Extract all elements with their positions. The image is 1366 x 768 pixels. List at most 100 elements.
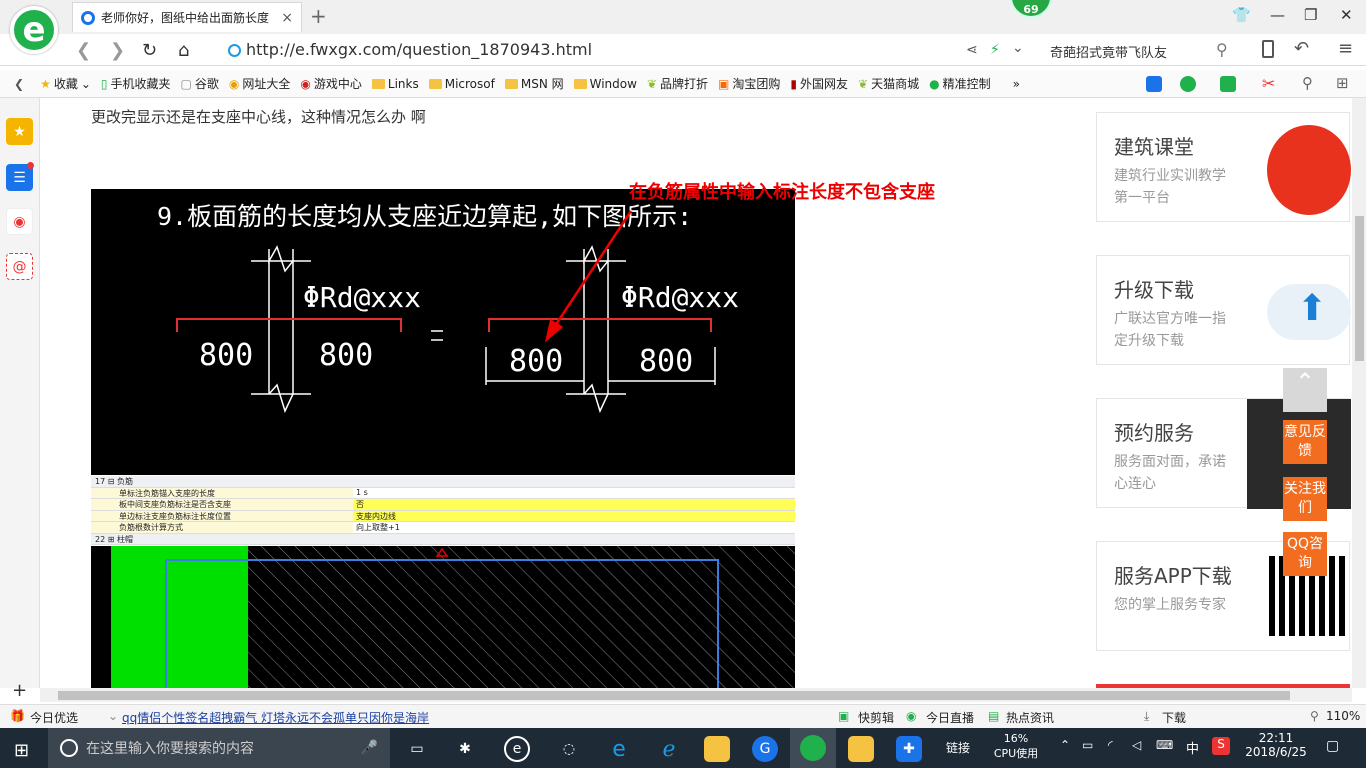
bookmark-item[interactable]: ★ 收藏 ⌄ bbox=[40, 75, 91, 92]
edge-browser-icon[interactable]: e bbox=[606, 736, 632, 762]
bookmark-item[interactable]: ❦ 天猫商城 bbox=[858, 75, 919, 92]
active-task[interactable] bbox=[790, 728, 836, 768]
qq-consult-button[interactable]: QQ咨询 bbox=[1283, 532, 1327, 576]
action-center-icon[interactable]: ▢ bbox=[1326, 738, 1339, 754]
tab-close-button[interactable]: × bbox=[281, 10, 293, 26]
download-link[interactable]: 下载 bbox=[1162, 709, 1186, 726]
bookmark-item[interactable]: Links bbox=[371, 77, 419, 91]
collapse-sidebar-icon[interactable]: ❮ bbox=[14, 77, 24, 91]
bookmark-item[interactable]: ▢ 谷歌 bbox=[181, 75, 219, 92]
search-icon[interactable]: ⚲ bbox=[1216, 40, 1228, 59]
bookmark-item[interactable]: Microsof bbox=[428, 77, 495, 91]
extension-icon[interactable] bbox=[1146, 76, 1162, 92]
wifi-icon[interactable]: ◜ bbox=[1108, 738, 1113, 752]
ime-indicator[interactable]: 中 bbox=[1186, 738, 1199, 757]
table-row[interactable]: 板中间支座负筋标注是否含支座 否 bbox=[91, 499, 795, 511]
bookmark-item[interactable]: ▯ 手机收藏夹 bbox=[101, 75, 171, 92]
browser-tab[interactable]: 老师你好，图纸中给出面筋长度 × bbox=[72, 2, 302, 32]
today-picks[interactable]: 今日优选 bbox=[30, 709, 78, 726]
folder-icon bbox=[504, 78, 518, 89]
clock[interactable]: 22:11 2018/6/25 bbox=[1240, 731, 1312, 759]
shield-icon[interactable] bbox=[1180, 76, 1196, 92]
card-upgrade[interactable]: 升级下载 广联达官方唯一指定升级下载 ⬆ bbox=[1096, 255, 1351, 365]
bookmark-item[interactable]: ▣ 淘宝团购 bbox=[718, 75, 780, 92]
kuaijianji-link[interactable]: 快剪辑 bbox=[858, 709, 894, 726]
bookmark-item[interactable]: ◉ 网址大全 bbox=[229, 75, 291, 92]
live-link[interactable]: 今日直播 bbox=[926, 709, 974, 726]
windows-start-icon[interactable]: ⊞ bbox=[14, 740, 29, 761]
battery-icon[interactable]: ▭ bbox=[1082, 738, 1093, 752]
feedback-button[interactable]: 意见反馈 bbox=[1283, 420, 1327, 464]
notification-dot bbox=[27, 162, 34, 169]
bookmark-item[interactable]: ◉ 游戏中心 bbox=[300, 75, 362, 92]
zoom-level[interactable]: 110% bbox=[1326, 709, 1360, 723]
scroll-thumb[interactable] bbox=[1355, 216, 1364, 361]
table-cell[interactable]: 否 bbox=[353, 499, 795, 510]
tray-chevron-icon[interactable]: ⌃ bbox=[1060, 738, 1070, 752]
mobile-icon[interactable] bbox=[1262, 40, 1274, 58]
weibo-icon[interactable]: ◉ bbox=[6, 208, 33, 235]
bookmark-item[interactable]: ❦ 品牌打折 bbox=[647, 75, 708, 92]
chevron-down-icon[interactable]: ⌄ bbox=[1012, 40, 1024, 56]
share-icon[interactable]: ⋖ bbox=[966, 42, 978, 58]
taskbar-search-input[interactable]: 在这里输入你要搜索的内容 bbox=[86, 738, 254, 758]
dim-label: 800 bbox=[639, 344, 693, 379]
apps-grid-icon[interactable]: ⊞ bbox=[1336, 74, 1349, 92]
forward-arrow-icon[interactable]: ❯ bbox=[110, 40, 125, 61]
close-window-button[interactable]: ✕ bbox=[1340, 6, 1353, 24]
table-row[interactable]: 单边标注支座负筋标注长度位置 支座内边线 bbox=[91, 510, 795, 522]
shirt-icon[interactable]: 👕 bbox=[1232, 6, 1251, 24]
taskbar-search[interactable]: 在这里输入你要搜索的内容 🎤 bbox=[48, 728, 390, 768]
g-app-icon[interactable]: G bbox=[752, 736, 778, 762]
search-input[interactable]: 奇葩招式竟带飞队友 bbox=[1050, 42, 1167, 61]
horizontal-scrollbar[interactable] bbox=[40, 688, 1352, 702]
sogou-ime-icon[interactable]: S bbox=[1212, 737, 1230, 755]
home-icon[interactable]: ⌂ bbox=[178, 40, 189, 61]
table-cell[interactable]: 支座内边线 bbox=[353, 510, 795, 521]
translate-icon[interactable] bbox=[1220, 76, 1236, 92]
volume-icon[interactable]: ◁ bbox=[1132, 738, 1141, 752]
email-icon[interactable]: @ bbox=[6, 253, 33, 280]
scissors-icon[interactable]: ✂ bbox=[1262, 74, 1275, 93]
url-input[interactable]: http://e.fwxgx.com/question_1870943.html bbox=[246, 40, 592, 59]
table-cell[interactable]: 向上取整+1 bbox=[353, 522, 795, 533]
card-course[interactable]: 建筑课堂 建筑行业实训教学第一平台 bbox=[1096, 112, 1351, 222]
spiral-app-icon[interactable]: ◌ bbox=[556, 736, 582, 762]
hot-news-link[interactable]: 热点资讯 bbox=[1006, 709, 1054, 726]
bookmark-item[interactable]: Window bbox=[573, 77, 637, 91]
lightning-icon[interactable]: ⚡ bbox=[990, 42, 1000, 58]
bookmark-item[interactable]: MSN 网 bbox=[504, 75, 564, 92]
menu-icon[interactable]: ≡ bbox=[1338, 38, 1353, 59]
notes-app-icon[interactable] bbox=[848, 736, 874, 762]
binoculars-icon[interactable]: ⚲ bbox=[1302, 74, 1313, 92]
file-explorer-icon[interactable] bbox=[704, 736, 730, 762]
bookmarks-more-button[interactable]: » bbox=[1013, 77, 1020, 91]
cloud-upload-icon: ⬆ bbox=[1267, 284, 1351, 340]
scroll-thumb[interactable] bbox=[58, 691, 1290, 700]
taskbar-link-label[interactable]: 链接 bbox=[946, 739, 970, 756]
back-arrow-icon[interactable]: ❮ bbox=[76, 40, 91, 61]
ie-browser-icon[interactable]: ℯ bbox=[656, 736, 682, 762]
maximize-button[interactable]: ❐ bbox=[1304, 6, 1317, 24]
task-view-icon[interactable]: ▭ bbox=[404, 736, 430, 762]
table-cell[interactable]: 1 s bbox=[353, 488, 795, 499]
360-browser-icon[interactable]: e bbox=[504, 736, 530, 762]
browser-logo-icon[interactable]: e bbox=[10, 6, 58, 54]
fan-app-icon[interactable]: ✱ bbox=[452, 736, 478, 762]
refresh-icon[interactable]: ↻ bbox=[142, 40, 157, 61]
new-tab-button[interactable]: + bbox=[310, 4, 327, 28]
news-link[interactable]: qq情侣个性签名超拽霸气 灯塔永远不会孤单只因你是海岸 bbox=[122, 709, 429, 726]
follow-us-button[interactable]: 关注我们 bbox=[1283, 477, 1327, 521]
add-sidebar-button[interactable]: + bbox=[12, 680, 27, 701]
bookmark-item[interactable]: ● 精准控制 bbox=[929, 75, 991, 92]
minimize-button[interactable]: — bbox=[1270, 6, 1285, 24]
favorites-star-icon[interactable]: ★ bbox=[6, 118, 33, 145]
bookmark-item[interactable]: ▮ 外国网友 bbox=[790, 75, 848, 92]
back-to-top-button[interactable]: ⌃ bbox=[1283, 368, 1327, 412]
keyboard-icon[interactable]: ⌨ bbox=[1156, 738, 1173, 752]
plus-app-icon[interactable]: ✚ bbox=[896, 736, 922, 762]
vertical-scrollbar[interactable] bbox=[1352, 98, 1366, 688]
table-row[interactable]: 单标注负筋锚入支座的长度 1 s bbox=[91, 487, 795, 499]
table-row[interactable]: 负筋根数计算方式 向上取整+1 bbox=[91, 522, 795, 534]
undo-icon[interactable]: ↶ bbox=[1294, 38, 1309, 59]
